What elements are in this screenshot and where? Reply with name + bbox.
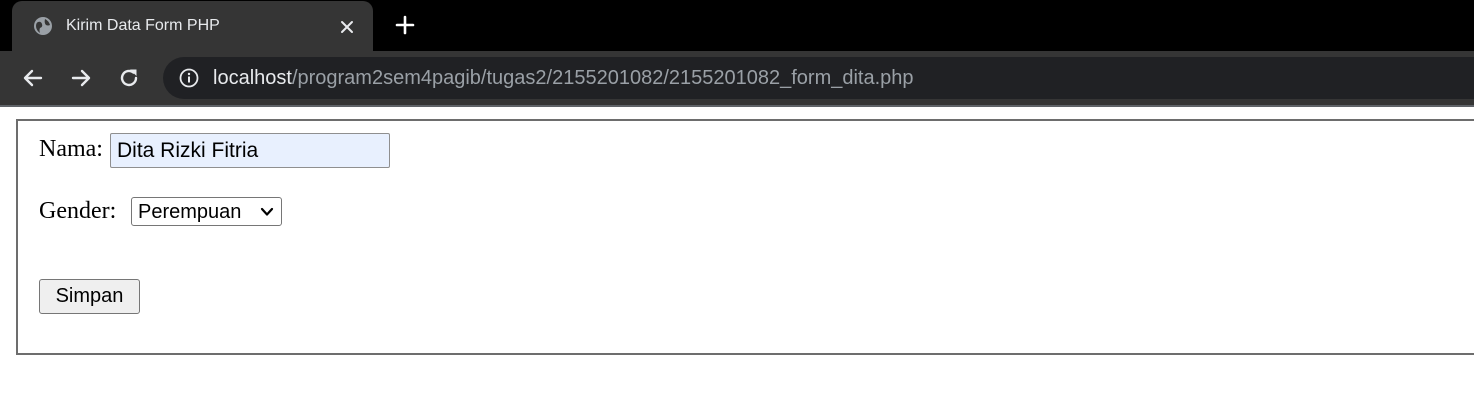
nama-input[interactable] <box>110 133 390 168</box>
info-icon[interactable] <box>179 68 199 88</box>
arrow-right-icon[interactable] <box>68 65 94 91</box>
chevron-down-icon <box>260 207 274 216</box>
plus-icon[interactable] <box>393 13 417 37</box>
tab-title: Kirim Data Form PHP <box>66 17 220 34</box>
gender-select[interactable]: Perempuan <box>131 197 282 226</box>
reload-icon[interactable] <box>116 65 142 91</box>
simpan-button[interactable]: Simpan <box>39 279 140 314</box>
form-fieldset: Nama: Gender: Perempuan Simpan <box>16 119 1474 355</box>
nama-label: Nama: <box>39 136 103 162</box>
arrow-left-icon[interactable] <box>20 65 46 91</box>
address-bar[interactable]: localhost/program2sem4pagib/tugas2/21552… <box>163 57 1474 99</box>
gender-label: Gender: <box>39 198 117 224</box>
close-icon[interactable] <box>335 15 359 39</box>
toolbar-divider <box>0 105 1474 107</box>
globe-icon <box>34 17 52 35</box>
url-host: localhost <box>213 67 292 89</box>
browser-toolbar: localhost/program2sem4pagib/tugas2/21552… <box>0 51 1474 105</box>
url-path: /program2sem4pagib/tugas2/2155201082/215… <box>291 67 914 89</box>
url-text[interactable]: localhost/program2sem4pagib/tugas2/21552… <box>213 67 914 89</box>
browser-tab[interactable]: Kirim Data Form PHP <box>12 1 373 51</box>
gender-selected-value: Perempuan <box>138 201 242 223</box>
browser-tabstrip: Kirim Data Form PHP <box>0 0 1474 51</box>
